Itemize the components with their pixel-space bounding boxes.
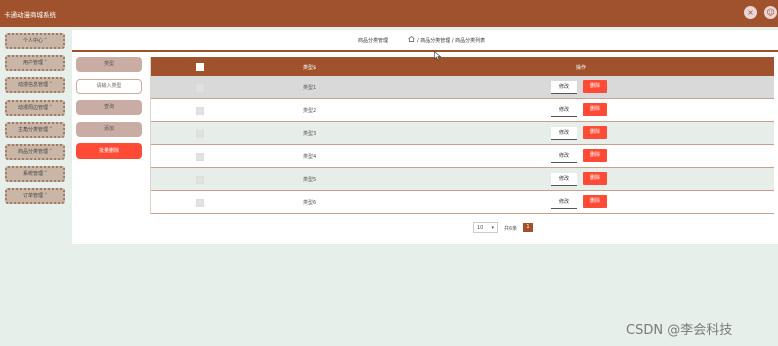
batch-delete-button[interactable]: 批量删除 [76, 143, 142, 159]
row-checkbox[interactable] [196, 153, 204, 161]
row-type-name: 类型1 [303, 85, 317, 91]
close-icon[interactable]: × [744, 6, 757, 19]
app-title: 卡通动漫商城系统 [4, 11, 56, 19]
category-table: 类型$ 操作 类型1 修改 删除 类型2 修改 删除 类型3 修改 删除 类型4… [150, 57, 774, 214]
row-type-name: 类型2 [303, 108, 317, 114]
row-checkbox[interactable] [196, 199, 204, 207]
breadcrumb: 商品分类管理 / 商品分类管理 / 商品分类列表 [72, 30, 778, 52]
chevron-down-icon: ▾ [491, 225, 494, 231]
add-button[interactable]: 添加 [76, 121, 142, 137]
edit-button[interactable]: 修改 [551, 196, 577, 209]
table-row[interactable]: 类型5 修改 删除 [151, 168, 774, 191]
delete-button[interactable]: 删除 [583, 126, 607, 139]
table-header: 类型$ 操作 [151, 57, 774, 76]
delete-button[interactable]: 删除 [583, 149, 607, 162]
home-icon[interactable] [408, 36, 415, 42]
query-button[interactable]: 查询 [76, 100, 142, 115]
row-type-name: 类型4 [303, 154, 317, 160]
delete-button[interactable]: 删除 [583, 103, 607, 116]
sidebar-item-character-category[interactable]: 主角分类管理 ˅ [5, 121, 65, 138]
row-checkbox[interactable] [196, 176, 204, 184]
edit-button[interactable]: 修改 [551, 150, 577, 163]
sidebar-item-orders[interactable]: 订单管理 ˅ [5, 188, 65, 205]
delete-button[interactable]: 删除 [583, 195, 607, 208]
table-row[interactable]: 类型1 修改 删除 [151, 76, 774, 99]
row-type-name: 类型5 [303, 177, 317, 183]
sidebar-item-users[interactable]: 用户管理 ˅ [5, 55, 65, 72]
page-title: 商品分类管理 [358, 38, 389, 44]
mouse-cursor-icon [434, 51, 442, 61]
type-search-input[interactable]: 请输入类型 [76, 78, 142, 94]
row-checkbox[interactable] [196, 130, 204, 138]
row-checkbox[interactable] [196, 84, 204, 92]
sidebar-item-profile[interactable]: 个人中心 ˅ [5, 33, 65, 49]
delete-button[interactable]: 删除 [583, 80, 607, 93]
page-size-value: 10 [477, 225, 484, 231]
column-header-type[interactable]: 类型$ [303, 64, 316, 71]
delete-button[interactable]: 删除 [583, 172, 607, 185]
sidebar-item-system[interactable]: 系统管理 ˅ [5, 166, 65, 183]
row-checkbox[interactable] [196, 107, 204, 115]
sidebar-item-anime-merch[interactable]: 动漫周边管理 ˅ [5, 99, 65, 116]
column-header-ops: 操作 [576, 65, 587, 71]
table-row[interactable]: 类型3 修改 删除 [151, 122, 774, 145]
row-type-name: 类型6 [303, 200, 317, 206]
table-row[interactable]: 类型4 修改 删除 [151, 145, 774, 168]
edit-button[interactable]: 修改 [551, 104, 577, 117]
total-count: 共6条 [504, 226, 518, 232]
sidebar: 个人中心 ˅ 用户管理 ˅ 动漫信息管理 ˅ 动漫周边管理 ˅ 主角分类管理 ˅… [5, 33, 65, 211]
sidebar-item-anime-info[interactable]: 动漫信息管理 ˅ [5, 77, 65, 94]
filter-panel: 类型 请输入类型 查询 添加 批量删除 [76, 57, 142, 166]
type-label: 类型 [76, 57, 142, 72]
table-row[interactable]: 类型2 修改 删除 [151, 99, 774, 122]
edit-button[interactable]: 修改 [551, 127, 577, 140]
table-row[interactable]: 类型6 修改 删除 [151, 191, 774, 214]
edit-button[interactable]: 修改 [551, 173, 577, 186]
page-size-select[interactable]: 10 ▾ [473, 222, 498, 233]
breadcrumb-path: / 商品分类管理 / 商品分类列表 [417, 38, 486, 44]
user-icon[interactable]: ☺ [764, 6, 777, 19]
main-content: 商品分类管理 / 商品分类管理 / 商品分类列表 类型 请输入类型 查询 添加 … [72, 30, 778, 244]
watermark: CSDN @李会科技 [626, 323, 733, 338]
row-type-name: 类型3 [303, 131, 317, 137]
top-bar: 卡通动漫商城系统 × ☺ [0, 0, 778, 27]
page-number-current[interactable]: 1 [523, 223, 533, 232]
select-all-checkbox[interactable] [196, 63, 204, 71]
sidebar-item-product-category[interactable]: 商品分类管理 ˅ [5, 143, 65, 160]
edit-button[interactable]: 修改 [551, 81, 577, 94]
